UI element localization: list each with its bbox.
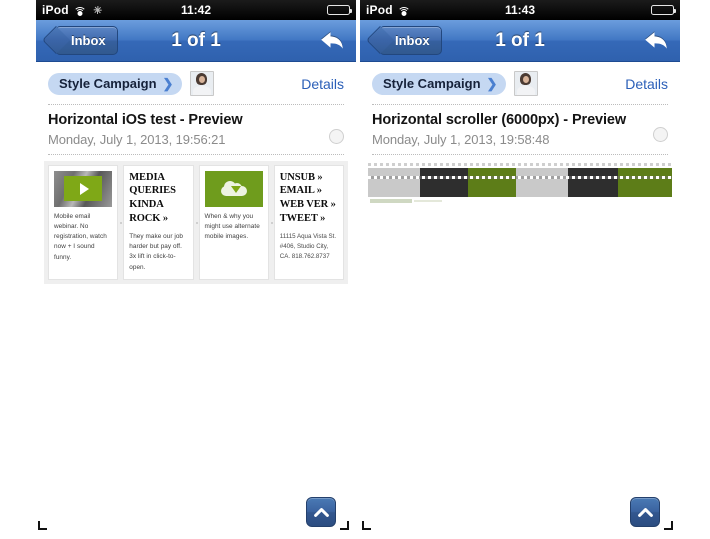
strip-footer-bar bbox=[370, 198, 412, 203]
strip-segment bbox=[368, 167, 420, 197]
email-card[interactable]: UNSUB » EMAIL » WEB VER » TWEET » 11115 … bbox=[270, 164, 344, 280]
back-button-label: Inbox bbox=[71, 33, 106, 48]
chevron-up-icon bbox=[313, 508, 329, 517]
strip-segment bbox=[420, 167, 468, 197]
message-date: Monday, July 1, 2013, 19:56:21 bbox=[48, 131, 226, 147]
battery-icon bbox=[327, 5, 353, 15]
status-bar-right bbox=[651, 5, 677, 15]
horizontal-scroller-strip[interactable] bbox=[368, 162, 672, 207]
strip-segment bbox=[468, 167, 516, 197]
card-address: 11115 Aqua Vista St. #406, Studio City, … bbox=[279, 232, 337, 261]
strip-top-dotted-rule bbox=[368, 162, 672, 166]
sender-pill[interactable]: Style Campaign ❯ bbox=[372, 72, 507, 95]
crop-mark-bottom-left-1 bbox=[38, 521, 47, 530]
sender-row: Style Campaign ❯ Details bbox=[48, 71, 344, 104]
email-card[interactable]: When & why you might use alternate mobil… bbox=[195, 164, 269, 280]
cloud-thumbnail[interactable] bbox=[204, 170, 263, 207]
card-copy: They make our job harder but pay off. 3x… bbox=[129, 232, 184, 271]
email-body-left: Mobile email webinar. No registration, w… bbox=[36, 160, 356, 284]
strip-segments bbox=[368, 167, 672, 197]
strip-mid-dotted-rule bbox=[368, 175, 672, 179]
status-bar-left: iPod bbox=[42, 3, 103, 17]
carrier-label: iPod bbox=[366, 3, 393, 17]
crop-mark-bottom-left-2 bbox=[362, 521, 371, 530]
strip-segment bbox=[516, 167, 568, 197]
message-header: Style Campaign ❯ Details Horizontal scro… bbox=[360, 62, 680, 155]
crop-mark-bottom-right-1 bbox=[340, 521, 349, 530]
back-button-inbox[interactable]: Inbox bbox=[380, 26, 442, 55]
crop-mark-bottom-right-2 bbox=[664, 521, 673, 530]
subject-text-group: Horizontal scroller (6000px) - Preview M… bbox=[372, 111, 653, 147]
email-body-right bbox=[360, 162, 680, 207]
scroll-to-top-button[interactable] bbox=[630, 497, 660, 527]
screenshot-canvas: iPod 11:42 Inbox 1 of 1 Style Campaign ❯… bbox=[0, 0, 710, 539]
details-link[interactable]: Details bbox=[625, 76, 668, 92]
email-card[interactable]: Mobile email webinar. No registration, w… bbox=[48, 164, 119, 280]
unread-dot[interactable] bbox=[653, 127, 668, 142]
unread-dot[interactable] bbox=[329, 128, 344, 144]
status-bar: iPod 11:43 bbox=[360, 0, 680, 20]
back-button-label: Inbox bbox=[395, 33, 430, 48]
avatar bbox=[190, 71, 215, 96]
wifi-icon bbox=[397, 5, 411, 16]
avatar bbox=[514, 71, 539, 96]
back-button-inbox[interactable]: Inbox bbox=[56, 26, 118, 55]
divider-bottom bbox=[48, 153, 344, 155]
chevron-right-icon: ❯ bbox=[486, 75, 498, 91]
chevron-up-icon bbox=[637, 508, 653, 517]
subject-text-group: Horizontal iOS test - Preview Monday, Ju… bbox=[48, 111, 329, 147]
wifi-icon bbox=[73, 5, 87, 16]
navigation-bar: Inbox 1 of 1 bbox=[36, 20, 356, 62]
sender-name: Style Campaign bbox=[59, 76, 157, 91]
carrier-label: iPod bbox=[42, 3, 69, 17]
strip-segment bbox=[568, 167, 618, 197]
video-thumbnail[interactable] bbox=[54, 170, 113, 207]
status-bar-right bbox=[327, 5, 353, 15]
navigation-bar: Inbox 1 of 1 bbox=[360, 20, 680, 62]
subject-block: Horizontal scroller (6000px) - Preview M… bbox=[372, 105, 668, 154]
sender-row: Style Campaign ❯ Details bbox=[372, 71, 668, 104]
phone-screen-right: iPod 11:43 Inbox 1 of 1 Style Campaign ❯… bbox=[360, 0, 680, 539]
details-link[interactable]: Details bbox=[301, 76, 344, 92]
subject-line: Horizontal scroller (6000px) - Preview bbox=[372, 112, 627, 128]
play-button-icon bbox=[64, 175, 102, 202]
divider-bottom bbox=[372, 153, 668, 155]
email-card[interactable]: MEDIA QUERIES KINDA ROCK » They make our… bbox=[120, 164, 194, 280]
spinner-icon bbox=[92, 5, 103, 16]
chevron-right-icon: ❯ bbox=[162, 75, 174, 91]
phone-screen-left: iPod 11:42 Inbox 1 of 1 Style Campaign ❯… bbox=[36, 0, 356, 539]
strip-segment bbox=[618, 167, 672, 197]
sender-pill[interactable]: Style Campaign ❯ bbox=[48, 72, 183, 95]
four-column-card-row: Mobile email webinar. No registration, w… bbox=[44, 160, 348, 284]
subject-block: Horizontal iOS test - Preview Monday, Ju… bbox=[48, 105, 344, 154]
scroll-to-top-button[interactable] bbox=[306, 497, 336, 527]
reply-arrow-icon[interactable] bbox=[641, 29, 671, 53]
message-header: Style Campaign ❯ Details Horizontal iOS … bbox=[36, 62, 356, 155]
status-bar: iPod 11:42 bbox=[36, 0, 356, 20]
card-headline: UNSUB » EMAIL » WEB VER » TWEET » bbox=[279, 171, 336, 225]
message-date: Monday, July 1, 2013, 19:58:48 bbox=[372, 131, 550, 147]
card-copy: Mobile email webinar. No registration, w… bbox=[54, 212, 107, 261]
reply-arrow-icon[interactable] bbox=[317, 29, 347, 53]
card-copy: When & why you might use alternate mobil… bbox=[204, 212, 260, 241]
battery-icon bbox=[651, 5, 677, 15]
cloud-download-icon bbox=[220, 180, 247, 198]
strip-footer-bar-2 bbox=[414, 199, 442, 202]
card-headline: MEDIA QUERIES KINDA ROCK » bbox=[129, 171, 176, 225]
sender-name: Style Campaign bbox=[383, 76, 481, 91]
status-bar-left: iPod bbox=[366, 3, 411, 17]
subject-line: Horizontal iOS test - Preview bbox=[48, 112, 243, 128]
